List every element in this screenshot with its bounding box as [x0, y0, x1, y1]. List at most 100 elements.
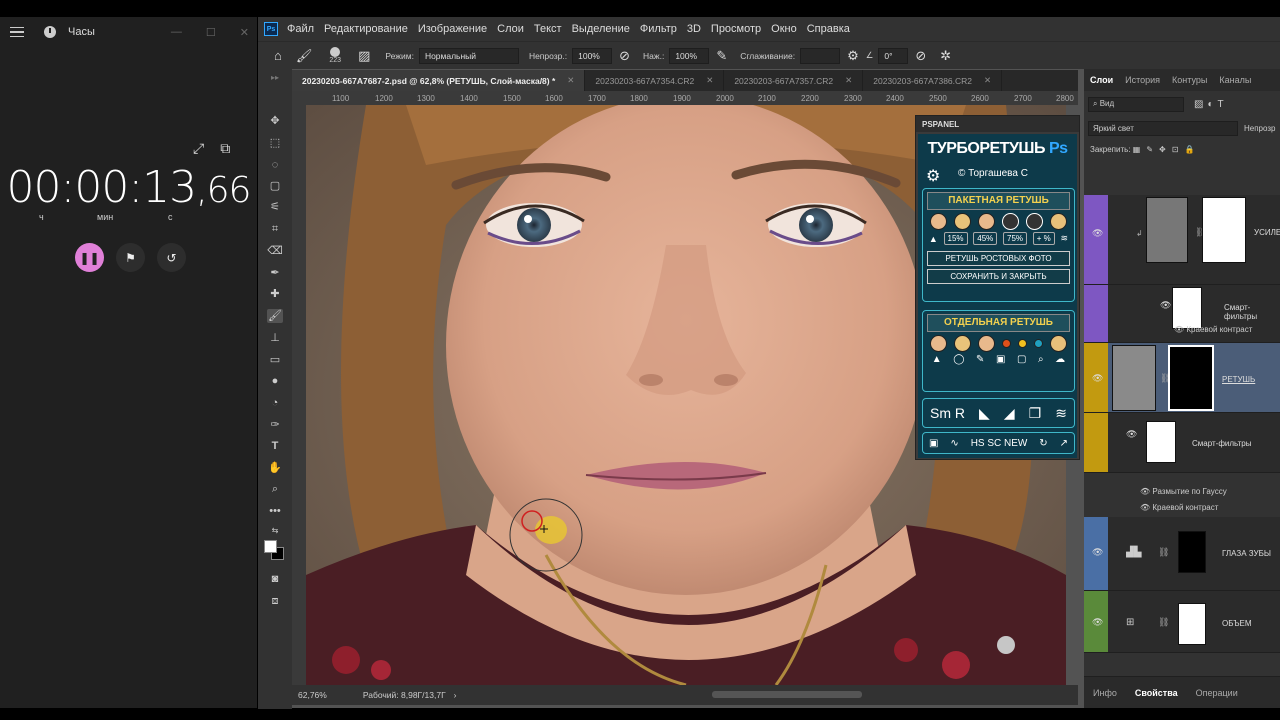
blur-tool-icon[interactable]: ●: [267, 374, 283, 388]
marquee-tool-icon[interactable]: ⬚: [267, 136, 283, 150]
stamp-tool-icon[interactable]: ⊥: [267, 331, 283, 345]
skin-icon[interactable]: [977, 335, 995, 352]
wave-icon[interactable]: ∿: [950, 438, 958, 449]
smoothing-input[interactable]: [800, 47, 841, 64]
tab-channels[interactable]: Каналы: [1213, 75, 1257, 85]
menu-view[interactable]: Просмотр: [711, 23, 761, 35]
save-icon[interactable]: ▣: [929, 438, 938, 449]
refresh-icon[interactable]: ↻: [1039, 438, 1047, 449]
red-dot-icon[interactable]: [1001, 339, 1011, 348]
lasso-tool-icon[interactable]: ◌: [267, 158, 283, 172]
move-tool-icon[interactable]: ✥: [267, 114, 283, 128]
layer-row[interactable]: 👁 ↲ ⛓ УСИЛЕ: [1084, 195, 1280, 285]
waves-icon[interactable]: ≋: [1061, 233, 1069, 244]
tab-document-3[interactable]: 20230203-667A7357.CR2 ✕: [724, 70, 864, 91]
doc-info[interactable]: Рабочий: 8,98Г/13,7Г: [363, 690, 446, 700]
minimize-icon[interactable]: —: [171, 26, 182, 39]
layer-mask-thumbnail[interactable]: [1202, 197, 1246, 263]
close-icon[interactable]: ✕: [240, 26, 249, 39]
darken-icon[interactable]: ◢: [1004, 405, 1015, 422]
layer-filter-select[interactable]: ⌕ Вид: [1088, 97, 1184, 112]
magic-wand-icon[interactable]: ⚟: [267, 200, 283, 214]
pressure-opacity-icon[interactable]: ⊘: [619, 48, 630, 64]
tab-history[interactable]: История: [1119, 75, 1166, 85]
healing-brush-icon[interactable]: ✚: [267, 287, 283, 301]
tab-document-1[interactable]: 20230203-667A7687-2.psd @ 62,8% (РЕТУШЬ,…: [292, 70, 586, 91]
layer-name[interactable]: ГЛАЗА ЗУБЫ: [1222, 549, 1271, 558]
close-tab-icon[interactable]: ✕: [567, 75, 574, 86]
layer-name[interactable]: Смарт-фильтры: [1224, 303, 1280, 321]
percent-15-button[interactable]: 15%: [943, 232, 968, 245]
layer-row[interactable]: 👁 ⊞ ⛓ ОБЪЕМ: [1084, 591, 1280, 653]
more-tools-icon[interactable]: •••: [267, 504, 283, 518]
matte-icon[interactable]: ▢: [1017, 354, 1026, 365]
layer-mask-thumbnail[interactable]: [1178, 603, 1206, 645]
brush-icon[interactable]: ✎: [976, 354, 984, 365]
visibility-eye-icon[interactable]: 👁: [1160, 300, 1171, 311]
tab-paths[interactable]: Контуры: [1166, 75, 1213, 85]
share-icon[interactable]: ↗: [1060, 438, 1068, 449]
filter-icons[interactable]: ▨◐T: [1194, 99, 1228, 110]
tab-document-2[interactable]: 20230203-667A7354.CR2 ✕: [585, 70, 725, 91]
brush-preset-icon[interactable]: 🖌: [296, 48, 313, 64]
percent-45-button[interactable]: 45%: [973, 232, 998, 245]
triangle-icon[interactable]: ▲: [929, 234, 938, 244]
opacity-input[interactable]: 100%: [572, 47, 613, 64]
dodge-tool-icon[interactable]: ◔: [267, 396, 283, 410]
link-icon[interactable]: ⛓: [1158, 547, 1169, 558]
menu-window[interactable]: Окно: [771, 23, 797, 35]
gradient-tool-icon[interactable]: ▭: [267, 353, 283, 367]
menu-3d[interactable]: 3D: [687, 23, 701, 35]
collapse-icon[interactable]: ▸▸: [267, 71, 283, 85]
status-arrow-icon[interactable]: ›: [454, 690, 457, 700]
save-and-close-button[interactable]: СОХРАНИТЬ И ЗАКРЫТЬ: [927, 269, 1070, 284]
filter-edge-contrast-1[interactable]: 👁 Краевой контраст: [1174, 325, 1252, 334]
copy-icon[interactable]: ❐: [1029, 405, 1042, 422]
tab-properties[interactable]: Свойства: [1126, 688, 1187, 698]
layer-name[interactable]: ОБЪЕМ: [1222, 619, 1252, 628]
menu-filter[interactable]: Фильтр: [640, 23, 677, 35]
layer-row-selected[interactable]: 👁 ⛓ РЕТУШЬ: [1084, 343, 1280, 413]
gears-icon[interactable]: ⚙: [926, 166, 940, 186]
visibility-eye-icon[interactable]: 👁: [1092, 373, 1103, 384]
blue-dot-icon[interactable]: [1034, 339, 1044, 348]
tab-document-4[interactable]: 20230203-667A7386.CR2 ✕: [863, 70, 1003, 91]
visibility-eye-icon[interactable]: 👁: [1092, 617, 1103, 628]
menu-file[interactable]: Файл: [287, 23, 314, 35]
triangle-icon[interactable]: ▲: [932, 354, 942, 365]
brush-size-picker[interactable]: 223: [329, 47, 341, 64]
expand-icon[interactable]: ⤢: [193, 140, 204, 157]
pressure-size-icon[interactable]: ⊘: [915, 48, 926, 64]
magnify-icon[interactable]: ⌕: [1038, 354, 1044, 365]
percent-plus-button[interactable]: + %: [1032, 232, 1055, 245]
mode-select[interactable]: Нормальный: [418, 47, 519, 64]
visibility-eye-icon[interactable]: 👁: [1126, 429, 1137, 440]
eye-icon[interactable]: [953, 213, 971, 230]
menu-image[interactable]: Изображение: [418, 23, 487, 35]
v-shape-icon[interactable]: [1002, 213, 1020, 230]
soft-glow-icon[interactable]: ▣: [996, 354, 1005, 365]
lock-icons[interactable]: ▦✎✥⊡🔒: [1133, 145, 1201, 154]
close-tab-icon[interactable]: ✕: [984, 75, 991, 86]
eyedropper-tool-icon[interactable]: ✒: [267, 266, 283, 280]
reset-button[interactable]: ↺: [157, 243, 186, 272]
sm-r-tools[interactable]: Sm R: [930, 405, 965, 421]
layer-name[interactable]: Смарт-фильтры: [1192, 439, 1251, 448]
zoom-tool-icon[interactable]: ⌕: [267, 482, 283, 496]
percent-75-button[interactable]: 75%: [1003, 232, 1028, 245]
symmetry-icon[interactable]: ✲: [940, 48, 951, 64]
menu-help[interactable]: Справка: [807, 23, 850, 35]
fullbody-retouch-button[interactable]: РЕТУШЬ РОСТОВЫХ ФОТО: [927, 251, 1070, 266]
settings-gear-icon[interactable]: ⚙: [847, 48, 859, 64]
face-icon[interactable]: [929, 213, 947, 230]
hair-icon[interactable]: [1050, 213, 1068, 230]
tab-layers[interactable]: Слои: [1084, 75, 1119, 85]
face-icon[interactable]: [929, 335, 947, 352]
visibility-eye-icon[interactable]: 👁: [1092, 547, 1103, 558]
angle-input[interactable]: 0°: [878, 47, 909, 64]
object-select-tool-icon[interactable]: ▢: [267, 179, 283, 193]
hand-tool-icon[interactable]: ✋: [267, 461, 283, 475]
compact-overlay-icon[interactable]: ⧉: [220, 140, 230, 157]
cloud-icon[interactable]: ☁: [1055, 354, 1065, 365]
menu-icon[interactable]: [10, 26, 24, 38]
